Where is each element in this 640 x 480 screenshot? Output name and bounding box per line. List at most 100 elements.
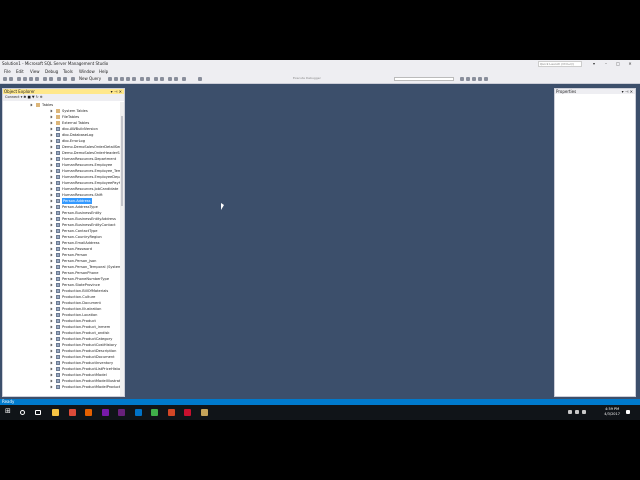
redo-icon[interactable]: [49, 77, 53, 81]
task-view-icon[interactable]: [35, 410, 41, 415]
toolbar-combo[interactable]: [394, 77, 454, 81]
expand-chevron-icon[interactable]: [49, 343, 53, 347]
cut-icon[interactable]: [120, 77, 124, 81]
menu-tools[interactable]: Tools: [63, 69, 73, 74]
expand-chevron-icon[interactable]: [49, 247, 53, 251]
expand-chevron-icon[interactable]: [49, 325, 53, 329]
volume-icon[interactable]: [582, 410, 586, 414]
expand-chevron-icon[interactable]: [49, 385, 53, 389]
expand-chevron-icon[interactable]: [49, 205, 53, 209]
expand-chevron-icon[interactable]: [49, 229, 53, 233]
maximize-icon[interactable]: □: [614, 61, 622, 67]
file-explorer-icon[interactable]: [52, 409, 59, 416]
new-query-icon[interactable]: [71, 77, 75, 81]
notifications-icon[interactable]: [626, 410, 630, 414]
powerpoint-icon[interactable]: [167, 409, 175, 416]
xmla-query-icon[interactable]: [114, 77, 118, 81]
expand-chevron-icon[interactable]: [49, 109, 53, 113]
wrench-icon[interactable]: [466, 77, 470, 81]
minimize-icon[interactable]: –: [602, 61, 610, 67]
onenote-icon[interactable]: [101, 409, 109, 416]
expand-chevron-icon[interactable]: [49, 349, 53, 353]
expand-chevron-icon[interactable]: [49, 319, 53, 323]
mdx-query-icon[interactable]: [63, 77, 67, 81]
expand-chevron-icon[interactable]: [49, 181, 53, 185]
stop-icon[interactable]: [160, 77, 164, 81]
expand-chevron-icon[interactable]: [49, 271, 53, 275]
expand-chevron-icon[interactable]: [49, 151, 53, 155]
expand-chevron-icon[interactable]: [49, 361, 53, 365]
back-icon[interactable]: [3, 77, 7, 81]
windows-start-icon[interactable]: ⊞: [5, 408, 12, 415]
properties-icon[interactable]: [472, 77, 476, 81]
expand-chevron-icon[interactable]: [49, 295, 53, 299]
visual-studio-icon[interactable]: [118, 409, 125, 416]
menu-edit[interactable]: Edit: [16, 69, 24, 74]
copy-icon[interactable]: [126, 77, 130, 81]
expand-chevron-icon[interactable]: [49, 175, 53, 179]
expand-chevron-icon[interactable]: [49, 199, 53, 203]
expand-chevron-icon[interactable]: [49, 253, 53, 257]
expand-chevron-icon[interactable]: [49, 313, 53, 317]
expand-chevron-icon[interactable]: [49, 241, 53, 245]
expand-chevron-icon[interactable]: [49, 127, 53, 131]
ssms-icon[interactable]: [200, 409, 208, 416]
expand-chevron-icon[interactable]: [49, 289, 53, 293]
expand-chevron-icon[interactable]: [49, 277, 53, 281]
expand-chevron-icon[interactable]: [49, 121, 53, 125]
close-icon[interactable]: ✕: [626, 61, 634, 67]
expand-chevron-icon[interactable]: [49, 265, 53, 269]
expand-chevron-icon[interactable]: [49, 217, 53, 221]
new-project-icon[interactable]: [17, 77, 21, 81]
search-taskbar-icon[interactable]: [20, 410, 25, 415]
new-query-button[interactable]: New Query: [79, 76, 101, 81]
menu-debug[interactable]: Debug: [45, 69, 58, 74]
execute-debugger-dropdown[interactable]: Execute Debugger: [292, 77, 342, 81]
expand-chevron-icon[interactable]: [49, 373, 53, 377]
tray-chevron-icon[interactable]: [568, 410, 572, 414]
menu-help[interactable]: Help: [99, 69, 108, 74]
dmx-query-icon[interactable]: [108, 77, 112, 81]
navigate-forward-icon[interactable]: [174, 77, 178, 81]
undo-edit-icon[interactable]: [140, 77, 144, 81]
tree-table-item[interactable]: Production.ProductModelProductDescriptio…: [3, 384, 124, 390]
system-clock[interactable]: 4:59 PM 4/3/2017: [604, 407, 620, 417]
scrollbar-thumb[interactable]: [121, 116, 123, 206]
filter-icon[interactable]: ▾: [590, 61, 598, 67]
expand-chevron-icon[interactable]: [49, 331, 53, 335]
expand-chevron-icon[interactable]: [29, 103, 33, 107]
properties-close-icon[interactable]: ▾ ⊣ ✕: [622, 89, 633, 94]
chrome-icon[interactable]: [68, 409, 76, 416]
outlook-icon[interactable]: [134, 409, 142, 416]
search-icon[interactable]: [460, 77, 464, 81]
expand-chevron-icon[interactable]: [49, 223, 53, 227]
network-icon[interactable]: [575, 410, 579, 414]
expand-chevron-icon[interactable]: [49, 145, 53, 149]
expand-chevron-icon[interactable]: [49, 301, 53, 305]
object-explorer-scrollbar[interactable]: [120, 102, 124, 396]
paste-icon[interactable]: [132, 77, 136, 81]
zoom-icon[interactable]: [154, 77, 158, 81]
expand-chevron-icon[interactable]: [49, 379, 53, 383]
undo-icon[interactable]: [43, 77, 47, 81]
connect-button[interactable]: Connect ▾ ✱ ■ ▼ ↻ ⊕: [5, 95, 43, 99]
menu-view[interactable]: View: [30, 69, 40, 74]
expand-chevron-icon[interactable]: [49, 115, 53, 119]
expand-chevron-icon[interactable]: [49, 283, 53, 287]
quick-launch-input[interactable]: Quick Launch (Ctrl+Q): [538, 61, 582, 67]
expand-chevron-icon[interactable]: [49, 211, 53, 215]
expand-chevron-icon[interactable]: [49, 259, 53, 263]
database-query-icon[interactable]: [57, 77, 61, 81]
menu-window[interactable]: Window: [79, 69, 95, 74]
expand-chevron-icon[interactable]: [49, 235, 53, 239]
expand-chevron-icon[interactable]: [49, 139, 53, 143]
redo-edit-icon[interactable]: [146, 77, 150, 81]
expand-chevron-icon[interactable]: [49, 163, 53, 167]
options-icon[interactable]: [484, 77, 488, 81]
expand-chevron-icon[interactable]: [49, 133, 53, 137]
expand-chevron-icon[interactable]: [49, 169, 53, 173]
expand-chevron-icon[interactable]: [49, 157, 53, 161]
camtasia-icon[interactable]: [151, 409, 158, 416]
open-file-icon[interactable]: [23, 77, 27, 81]
toolbox-icon[interactable]: [478, 77, 482, 81]
